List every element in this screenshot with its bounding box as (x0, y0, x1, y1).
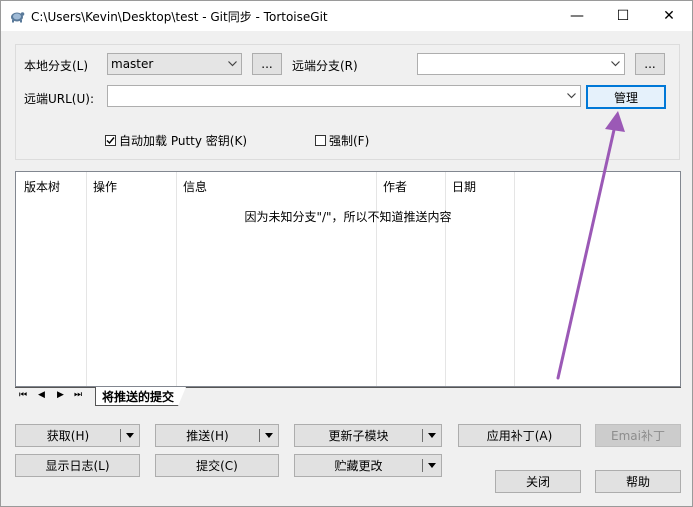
annotation-arrow (556, 111, 625, 380)
arrow-shaft (556, 119, 618, 380)
arrow-head (605, 111, 625, 132)
git-sync-dialog: C:\Users\Kevin\Desktop\test - Git同步 - To… (0, 0, 693, 507)
